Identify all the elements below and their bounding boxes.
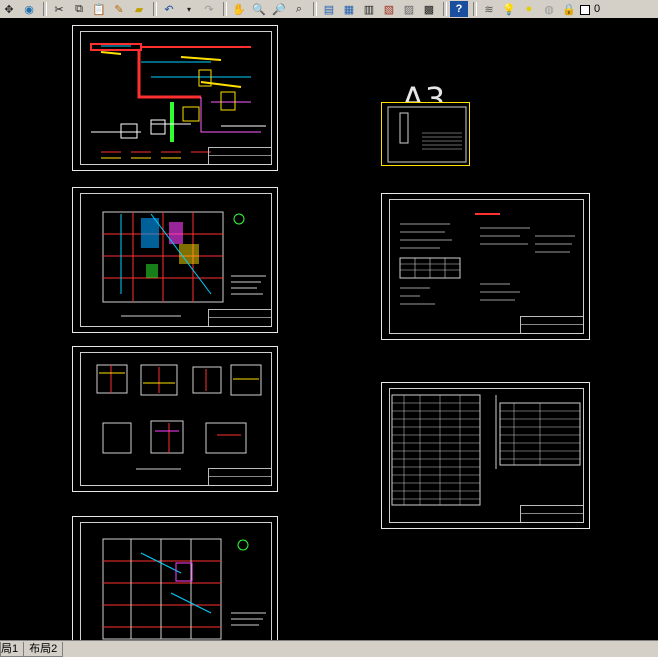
sheet-inner-border [389,388,584,523]
drawing-sheet-equipment-table [381,382,590,529]
drawing-sheet-floor-plan-1 [72,187,278,333]
eraser-icon[interactable]: ▰ [130,1,148,17]
drawing-sheet-system-diagram [72,25,278,171]
sheet-inner-border [80,522,272,640]
tab-layout1[interactable]: 局1 [0,642,25,657]
model-space-canvas[interactable]: A3 [0,18,658,640]
notes-graphic [399,213,575,305]
toolbar-separator [473,2,477,16]
sheet-inner-border [80,31,272,165]
tab-layout2[interactable]: 布局2 [23,642,64,657]
paste-icon[interactable]: 📋 [90,1,108,17]
title-block [208,309,271,326]
color-square-icon[interactable] [580,4,590,15]
zoom-previous-icon[interactable]: ⌕ [290,1,308,17]
markup-icon[interactable]: ▨ [400,1,418,17]
zoom-realtime-icon[interactable]: 🔍 [250,1,268,17]
toolbar-separator [443,2,447,16]
sheet-inner-border [80,193,272,327]
equipment-table-graphic [391,394,581,506]
pan-hand-icon[interactable]: ✋ [230,1,248,17]
redo-icon[interactable]: ↷ [200,1,218,17]
copy-icon[interactable]: ⧉ [70,1,88,17]
sheet-set-icon[interactable]: ▧ [380,1,398,17]
sun-icon[interactable]: ● [520,1,538,17]
title-block [520,316,583,333]
toolbar-separator [43,2,47,16]
standard-toolbar: ✥ ◉ ✂ ⧉ 📋 ✎ ▰ ↶ ▾ ↷ ✋ 🔍 🔎 ⌕ ▤ ▦ ▥ ▧ ▨ ▩ … [0,0,658,19]
title-block [208,468,271,485]
drawing-sheet-a3-cover [381,102,470,166]
title-block [520,505,583,522]
cut-icon[interactable]: ✂ [50,1,68,17]
system-diagram-graphic [90,43,266,159]
help-icon[interactable]: ? [450,1,468,17]
toolbar-separator [223,2,227,16]
floor-plan-graphic [102,211,266,317]
floor-plan-2-graphic [102,538,266,640]
sheet-inner-border [389,199,584,334]
toolbar-separator [313,2,317,16]
sheet-inner-border [80,352,272,486]
brush-icon[interactable]: ✎ [110,1,128,17]
undo-icon[interactable]: ↶ [160,1,178,17]
dropdown-icon[interactable]: ▾ [180,1,198,17]
drawing-sheet-details [72,346,278,492]
design-center-icon[interactable]: ▦ [340,1,358,17]
pan-icon[interactable]: ✥ [0,1,18,17]
layers-icon[interactable]: ≋ [480,1,498,17]
globe-icon[interactable]: ◉ [20,1,38,17]
current-layer-value[interactable]: 0 [594,3,600,15]
calculator-icon[interactable]: ▩ [420,1,438,17]
drawing-sheet-floor-plan-2 [72,516,278,640]
title-block [208,147,271,164]
details-graphic [96,364,262,470]
toolbar-separator [153,2,157,16]
bulb-icon[interactable]: 💡 [500,1,518,17]
lock-icon[interactable]: 🔒 [560,1,578,17]
freeze-icon[interactable]: ◍ [540,1,558,17]
zoom-window-icon[interactable]: 🔎 [270,1,288,17]
tool-palette-icon[interactable]: ▥ [360,1,378,17]
a3-cover-graphic [387,106,467,163]
properties-icon[interactable]: ▤ [320,1,338,17]
layout-tabs-bar: 局1 布局2 [0,640,658,657]
drawing-sheet-notes [381,193,590,340]
